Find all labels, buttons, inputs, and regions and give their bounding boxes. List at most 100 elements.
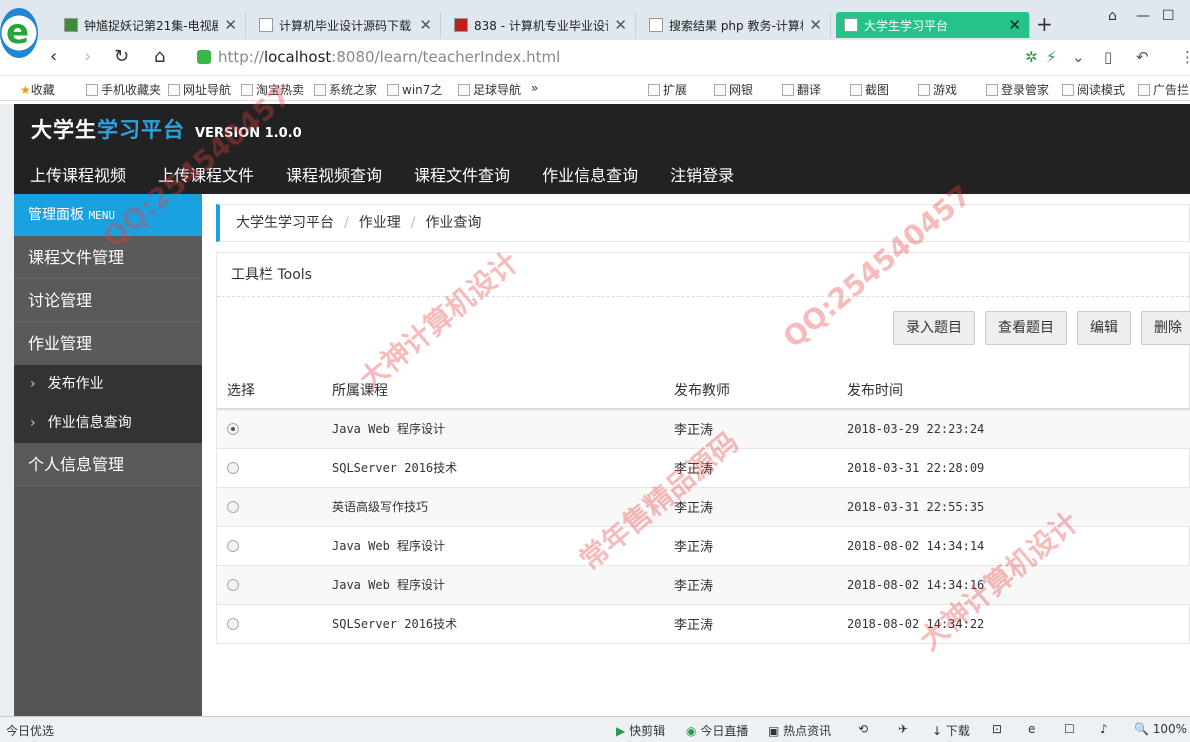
breadcrumb-section[interactable]: 作业理 xyxy=(359,215,401,231)
maximize-icon[interactable]: ☐ xyxy=(1162,8,1175,24)
favorite-item[interactable]: 网址导航 xyxy=(168,81,231,98)
delete-button[interactable]: 删除 xyxy=(1141,311,1190,345)
favorite-item[interactable]: 足球导航 xyxy=(458,81,521,98)
version-label: VERSION 1.0.0 xyxy=(195,126,302,141)
status-live[interactable]: ◉ 今日直播 xyxy=(686,722,748,739)
status-icon-tool[interactable]: ✈ xyxy=(898,722,908,736)
add-question-button[interactable]: 录入题目 xyxy=(893,311,975,345)
breadcrumb-home[interactable]: 大学生学习平台 xyxy=(236,215,334,231)
nav-file-query[interactable]: 课程文件查询 xyxy=(414,162,510,186)
status-icon-misc[interactable]: ⟲ xyxy=(858,722,868,736)
close-icon[interactable]: ✕ xyxy=(1008,16,1021,34)
toolbar-screenshot[interactable]: 截图 xyxy=(850,81,889,98)
new-tab-icon[interactable]: + xyxy=(1036,12,1053,36)
sidebar-subitem-publish[interactable]: › 发布作业 xyxy=(14,365,202,404)
toolbar-login-manager[interactable]: 登录管家 xyxy=(986,81,1049,98)
browser-logo-icon[interactable]: e xyxy=(0,8,38,58)
nav-logout[interactable]: 注销登录 xyxy=(670,162,734,186)
row-time: 2018-03-31 22:55:35 xyxy=(837,487,1190,527)
row-radio[interactable] xyxy=(227,617,239,630)
sidebar-item-profile[interactable]: 个人信息管理 xyxy=(14,443,202,486)
row-time: 2018-08-02 14:34:14 xyxy=(837,526,1190,566)
sidebar-item-discussion[interactable]: 讨论管理 xyxy=(14,279,202,322)
browser-tab-4[interactable]: 搜索结果 php 教务-计算机 ✕ xyxy=(641,12,831,38)
home-icon[interactable]: ⌂ xyxy=(154,46,165,67)
edit-button[interactable]: 编辑 xyxy=(1077,311,1131,345)
status-daily-picks[interactable]: 今日优选 xyxy=(6,722,54,739)
favorite-item[interactable]: ★收藏 xyxy=(20,81,55,98)
nav-upload-video[interactable]: 上传课程视频 xyxy=(30,162,126,186)
status-volume-icon[interactable]: ♪ xyxy=(1100,722,1108,736)
sidebar-subitem-homework-query[interactable]: › 作业信息查询 xyxy=(14,404,202,443)
row-time: 2018-03-29 22:23:24 xyxy=(837,409,1190,449)
chevron-right-icon: › xyxy=(30,376,36,392)
table-row[interactable]: Java Web 程序设计 李正涛 2018-08-02 14:34:14 xyxy=(217,526,1190,566)
table-row[interactable]: SQLServer 2016技术 李正涛 2018-03-31 22:28:09 xyxy=(217,448,1190,488)
sidebar-item-homework[interactable]: 作业管理 xyxy=(14,322,202,365)
menu-icon[interactable]: ⋮ xyxy=(1180,48,1190,66)
toolbar-adblock[interactable]: 广告拦 xyxy=(1138,81,1189,98)
favorite-item[interactable]: win7之 xyxy=(387,81,442,98)
nav-video-query[interactable]: 课程视频查询 xyxy=(286,162,382,186)
toolbar-extension[interactable]: 扩展 xyxy=(648,81,687,98)
close-icon[interactable]: ✕ xyxy=(809,16,822,34)
row-time: 2018-08-02 14:34:22 xyxy=(837,604,1190,644)
row-time: 2018-03-31 22:28:09 xyxy=(837,448,1190,488)
back-icon[interactable]: ‹ xyxy=(50,46,57,67)
toolbar-bank[interactable]: 网银 xyxy=(714,81,753,98)
favorite-item[interactable]: 淘宝热卖 xyxy=(241,81,304,98)
tab-favicon-icon xyxy=(844,18,858,32)
toolbar-games[interactable]: 游戏 xyxy=(918,81,957,98)
accelerate-icon[interactable]: ✲ xyxy=(1025,48,1038,66)
status-quick-edit[interactable]: ▶ 快剪辑 xyxy=(616,722,665,739)
toolbar-reading-mode[interactable]: 阅读模式 xyxy=(1062,81,1125,98)
close-icon[interactable]: ✕ xyxy=(614,16,627,34)
url-host: localhost xyxy=(263,48,332,66)
favorite-item[interactable]: 系统之家 xyxy=(314,81,377,98)
table-row[interactable]: Java Web 程序设计 李正涛 2018-03-29 22:23:24 xyxy=(217,409,1190,449)
row-radio[interactable] xyxy=(227,500,239,513)
close-icon[interactable]: ✕ xyxy=(419,16,432,34)
row-radio[interactable] xyxy=(227,461,239,474)
nav-upload-file[interactable]: 上传课程文件 xyxy=(158,162,254,186)
tab-favicon-icon xyxy=(259,18,273,32)
status-download[interactable]: ↓ 下载 xyxy=(932,722,970,739)
sidebar-item-course-files[interactable]: 课程文件管理 xyxy=(14,236,202,279)
favorites-bar: ★收藏 手机收藏夹 网址导航 淘宝热卖 系统之家 win7之 足球导航 » 扩展… xyxy=(0,76,1190,101)
minimize-icon[interactable]: — xyxy=(1136,8,1150,24)
browser-tab-1[interactable]: 钟馗捉妖记第21集-电视剧 ✕ xyxy=(56,12,246,38)
close-icon[interactable]: ✕ xyxy=(224,16,237,34)
row-select-cell xyxy=(217,487,322,527)
lightning-icon[interactable]: ⚡ xyxy=(1046,48,1057,66)
toolbar-translate[interactable]: 翻译 xyxy=(782,81,821,98)
dropdown-chevron-icon[interactable]: ⌄ xyxy=(1072,48,1085,66)
row-radio[interactable] xyxy=(227,539,239,552)
row-course: SQLServer 2016技术 xyxy=(322,448,664,488)
undo-icon[interactable]: ↶ xyxy=(1136,48,1149,66)
row-select-cell xyxy=(217,409,322,449)
status-zoom[interactable]: 🔍 100% xyxy=(1134,722,1187,736)
forward-icon[interactable]: › xyxy=(84,46,91,67)
browser-tab-5-active[interactable]: 大学生学习平台 ✕ xyxy=(836,12,1030,38)
status-icon-ie[interactable]: e xyxy=(1028,722,1035,736)
more-favorites-icon[interactable]: » xyxy=(531,81,538,95)
table-row[interactable]: 英语高级写作技巧 李正涛 2018-03-31 22:55:35 xyxy=(217,487,1190,527)
refresh-icon[interactable]: ↻ xyxy=(114,46,129,67)
favorite-item[interactable]: 手机收藏夹 xyxy=(86,81,161,98)
table-row[interactable]: Java Web 程序设计 李正涛 2018-08-02 14:34:16 xyxy=(217,565,1190,605)
row-radio[interactable] xyxy=(227,578,239,591)
row-radio[interactable] xyxy=(227,422,239,435)
browser-tab-2[interactable]: 计算机毕业设计源码下载 ✕ xyxy=(251,12,441,38)
phone-icon[interactable]: ▯ xyxy=(1104,48,1112,66)
skin-icon[interactable]: ⌂ xyxy=(1108,8,1117,24)
browser-tab-3[interactable]: 838 - 计算机专业毕业设计 ✕ xyxy=(446,12,636,38)
tab-favicon-icon xyxy=(454,18,468,32)
table-row[interactable]: SQLServer 2016技术 李正涛 2018-08-02 14:34:22 xyxy=(217,604,1190,644)
url-input[interactable]: http://localhost:8080/learn/teacherIndex… xyxy=(218,48,560,66)
status-icon-window[interactable]: ⊡ xyxy=(992,722,1002,736)
row-teacher: 李正涛 xyxy=(664,487,837,527)
status-news[interactable]: ▣ 热点资讯 xyxy=(768,722,831,739)
nav-homework-query[interactable]: 作业信息查询 xyxy=(542,162,638,186)
status-icon-frame[interactable]: ☐ xyxy=(1064,722,1075,736)
view-question-button[interactable]: 查看题目 xyxy=(985,311,1067,345)
